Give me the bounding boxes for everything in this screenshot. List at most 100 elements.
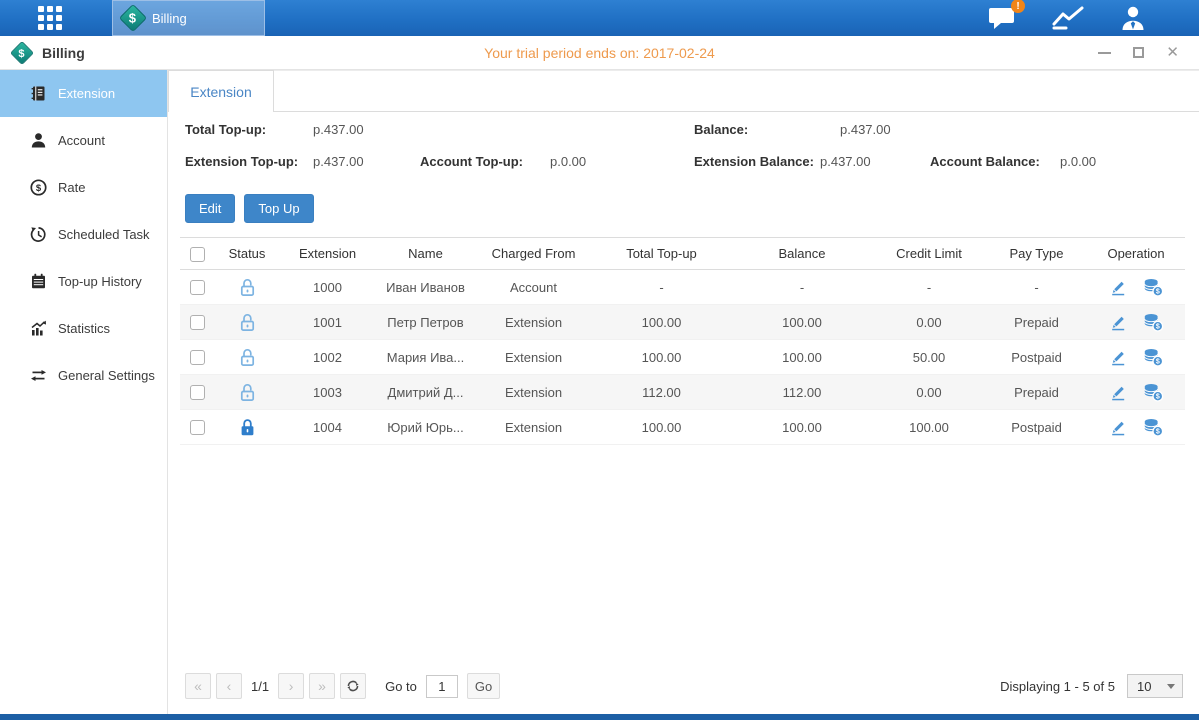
- goto-page-input[interactable]: [426, 675, 458, 698]
- sidebar-item-label: General Settings: [58, 368, 155, 383]
- extension-table: Status Extension Name Charged From Total…: [180, 237, 1185, 445]
- displaying-text: Displaying 1 - 5 of 5: [1000, 679, 1115, 694]
- messages-icon[interactable]: !: [987, 5, 1017, 31]
- balance-cell: 100.00: [732, 350, 872, 365]
- taskbar-tab-label: Billing: [152, 11, 187, 26]
- extension-balance-label: Extension Balance:: [694, 154, 814, 169]
- row-checkbox-cell: [180, 384, 214, 400]
- extension-cell: 1002: [280, 350, 375, 365]
- sidebar-item-label: Top-up History: [58, 274, 142, 289]
- go-button[interactable]: Go: [467, 673, 500, 699]
- sidebar-item-label: Scheduled Task: [58, 227, 150, 242]
- topup-button[interactable]: Top Up: [244, 194, 313, 223]
- row-checkbox-cell: [180, 419, 214, 435]
- topup-icon[interactable]: $: [1143, 418, 1164, 437]
- sidebar-item-label: Statistics: [58, 321, 110, 336]
- sidebar-item-rate[interactable]: $ Rate: [0, 164, 167, 211]
- pay-type-cell: Prepaid: [986, 385, 1087, 400]
- row-checkbox-cell: [180, 314, 214, 330]
- refresh-icon[interactable]: [340, 673, 366, 699]
- extension-cell: 1004: [280, 420, 375, 435]
- table-row: 1004Юрий Юрь...Extension100.00100.00100.…: [180, 410, 1185, 445]
- next-page-button[interactable]: ›: [278, 673, 304, 699]
- content-area: Extension Total Top-up: p.437.00 Balance…: [168, 70, 1199, 714]
- row-checkbox[interactable]: [190, 420, 205, 435]
- topup-icon[interactable]: $: [1143, 278, 1164, 297]
- topup-icon[interactable]: $: [1143, 348, 1164, 367]
- row-checkbox[interactable]: [190, 280, 205, 295]
- column-balance: Balance: [732, 246, 872, 261]
- edit-icon[interactable]: [1109, 418, 1127, 436]
- status-unlocked-icon[interactable]: [239, 383, 256, 402]
- row-checkbox[interactable]: [190, 385, 205, 400]
- row-checkbox[interactable]: [190, 350, 205, 365]
- table-row: 1001Петр ПетровExtension100.00100.000.00…: [180, 305, 1185, 340]
- first-page-button[interactable]: «: [185, 673, 211, 699]
- edit-icon[interactable]: [1109, 348, 1127, 366]
- window-title: Billing: [42, 45, 85, 61]
- total-topup-label: Total Top-up:: [185, 122, 266, 137]
- extension-cell: 1000: [280, 280, 375, 295]
- row-checkbox[interactable]: [190, 315, 205, 330]
- column-status: Status: [214, 246, 280, 261]
- sidebar-item-topup-history[interactable]: Top-up History: [0, 258, 167, 305]
- prev-page-button[interactable]: ‹: [216, 673, 242, 699]
- extension-cell: 1001: [280, 315, 375, 330]
- sidebar-item-account[interactable]: Account: [0, 117, 167, 164]
- pay-type-cell: -: [986, 280, 1087, 295]
- table-row: 1000Иван ИвановAccount----$: [180, 270, 1185, 305]
- status-cell: [214, 383, 280, 402]
- status-locked-icon[interactable]: [239, 418, 256, 437]
- extension-topup-label: Extension Top-up:: [185, 154, 298, 169]
- balance-cell: 100.00: [732, 420, 872, 435]
- chart-icon[interactable]: [1051, 5, 1085, 31]
- name-cell: Иван Иванов: [375, 280, 476, 295]
- app-grid-icon[interactable]: [38, 6, 62, 30]
- maximize-icon[interactable]: [1133, 47, 1144, 58]
- edit-icon[interactable]: [1109, 278, 1127, 296]
- charged-from-cell: Extension: [476, 315, 591, 330]
- user-icon[interactable]: [1119, 5, 1147, 31]
- tab-bar: Extension: [168, 70, 1199, 112]
- credit-limit-cell: 100.00: [872, 420, 986, 435]
- table-body: 1000Иван ИвановAccount----$1001Петр Петр…: [180, 270, 1185, 445]
- edit-button[interactable]: Edit: [185, 194, 235, 223]
- taskbar: $ Billing !: [0, 0, 1199, 36]
- topup-icon[interactable]: $: [1143, 383, 1164, 402]
- close-icon[interactable]: ✕: [1166, 45, 1179, 60]
- action-buttons: Edit Top Up: [168, 194, 1199, 223]
- table-row: 1002Мария Ива...Extension100.00100.0050.…: [180, 340, 1185, 375]
- operation-cell: $: [1087, 348, 1185, 367]
- last-page-button[interactable]: »: [309, 673, 335, 699]
- status-unlocked-icon[interactable]: [239, 348, 256, 367]
- operation-cell: $: [1087, 418, 1185, 437]
- page-indicator: 1/1: [251, 679, 269, 694]
- svg-text:$: $: [1155, 358, 1159, 365]
- page-size-select[interactable]: 10: [1127, 674, 1183, 698]
- sidebar-item-general-settings[interactable]: General Settings: [0, 352, 167, 399]
- table-row: 1003Дмитрий Д...Extension112.00112.000.0…: [180, 375, 1185, 410]
- pay-type-cell: Prepaid: [986, 315, 1087, 330]
- minimize-icon[interactable]: [1098, 52, 1111, 54]
- notification-badge: !: [1011, 0, 1025, 13]
- sidebar-item-label: Extension: [58, 86, 115, 101]
- charged-from-cell: Account: [476, 280, 591, 295]
- tab-extension[interactable]: Extension: [168, 70, 274, 112]
- edit-icon[interactable]: [1109, 383, 1127, 401]
- desktop-taskbar-strip: [0, 714, 1199, 720]
- edit-icon[interactable]: [1109, 313, 1127, 331]
- status-unlocked-icon[interactable]: [239, 313, 256, 332]
- balance-cell: 100.00: [732, 315, 872, 330]
- taskbar-tab-billing[interactable]: $ Billing: [112, 0, 265, 36]
- sidebar-item-statistics[interactable]: Statistics: [0, 305, 167, 352]
- sidebar-item-scheduled-task[interactable]: Scheduled Task: [0, 211, 167, 258]
- select-all-checkbox[interactable]: [190, 247, 205, 262]
- charged-from-cell: Extension: [476, 385, 591, 400]
- account-topup-label: Account Top-up:: [420, 154, 523, 169]
- topup-icon[interactable]: $: [1143, 313, 1164, 332]
- sidebar-item-extension[interactable]: Extension: [0, 70, 167, 117]
- balance-cell: -: [732, 280, 872, 295]
- status-unlocked-icon[interactable]: [239, 278, 256, 297]
- column-pay-type: Pay Type: [986, 246, 1087, 261]
- total-topup-cell: 100.00: [591, 350, 732, 365]
